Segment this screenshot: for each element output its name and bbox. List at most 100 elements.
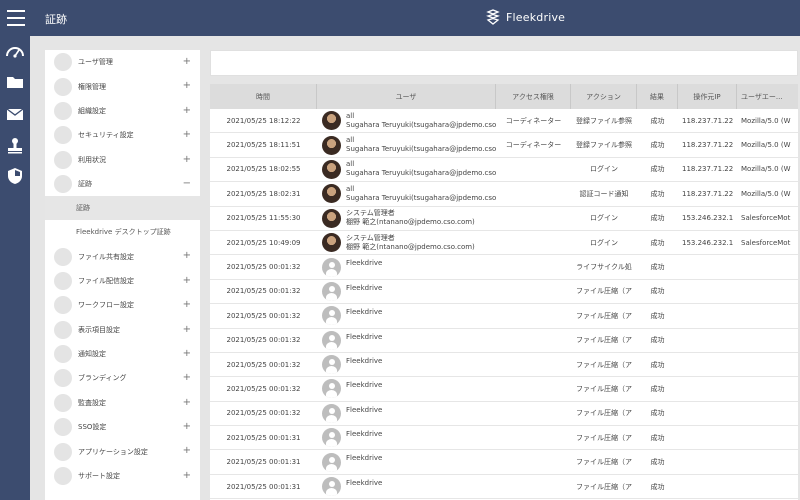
cell-result: 成功: [650, 189, 665, 198]
table-row[interactable]: 2021/05/25 00:01:32 Fleekdrive ファイル圧縮（ア 成功: [210, 329, 798, 353]
expand-icon[interactable]: +: [183, 445, 191, 456]
expand-icon[interactable]: +: [183, 129, 191, 140]
menu-item-label: ブランディング: [78, 374, 127, 383]
table-row[interactable]: 2021/05/25 18:02:55 all Sugahara Teruyuki(…: [210, 158, 798, 183]
column-header-ip[interactable]: 操作元IP: [678, 84, 737, 109]
table-row[interactable]: 2021/05/25 00:01:31 Fleekdrive ファイル圧縮（ア 成功: [210, 426, 798, 451]
menu-item-label: SSO設定: [78, 423, 107, 432]
submenu-item-desktop-audit-trail[interactable]: Fleekdrive デスクトップ証跡: [45, 220, 200, 244]
menu-item-notification-settings[interactable]: 通知設定 +: [45, 342, 200, 366]
table-row[interactable]: 2021/05/25 18:12:22 all Sugahara Teruyuki(…: [210, 109, 798, 134]
expand-icon[interactable]: +: [183, 275, 191, 286]
folder-icon: [54, 247, 72, 266]
menu-item-label: 権限管理: [78, 82, 106, 91]
menu-item-workflow-settings[interactable]: ワークフロー設定 +: [45, 293, 200, 317]
shield-icon[interactable]: [5, 166, 25, 186]
user-info: all Sugahara Teruyuki(tsugahara@jpdemo.cs…: [346, 185, 496, 203]
column-header-result[interactable]: 結果: [637, 84, 678, 109]
submenu-item-audit-trail[interactable]: 証跡: [45, 196, 200, 221]
user-role: Fleekdrive: [346, 430, 383, 439]
table-row[interactable]: 2021/05/25 00:01:31 Fleekdrive ファイル圧縮（ア 成功: [210, 475, 798, 500]
column-header-user-agent[interactable]: ユーザエー...: [737, 84, 798, 109]
palette-icon: [54, 369, 72, 388]
table-row[interactable]: 2021/05/25 18:11:51 all Sugahara Teruyuki(…: [210, 133, 798, 158]
table-row[interactable]: 2021/05/25 00:01:32 Fleekdrive ライフサイクル処 成功: [210, 255, 798, 280]
cell-user: Fleekdrive: [317, 353, 496, 376]
hamburger-menu-icon[interactable]: [7, 10, 25, 26]
menu-item-branding[interactable]: ブランディング +: [45, 366, 200, 390]
user-name-email: 棚野 範之(ntanano@jpdemo.cso.com): [346, 242, 475, 251]
speedometer-icon[interactable]: [5, 42, 25, 62]
expand-icon[interactable]: +: [183, 56, 191, 67]
avatar: [322, 257, 341, 277]
avatar: [322, 428, 341, 448]
menu-item-sso-settings[interactable]: SSO設定 +: [45, 415, 200, 439]
user-info: Fleekdrive: [346, 329, 382, 342]
cell-user: Fleekdrive: [317, 280, 496, 303]
menu-item-label: 監査設定: [78, 398, 106, 407]
menu-item-security-settings[interactable]: セキュリティ設定 +: [45, 123, 200, 147]
menu-item-usage-status[interactable]: 利用状況 +: [45, 148, 200, 172]
expand-icon[interactable]: +: [183, 397, 191, 408]
user-info: Fleekdrive: [346, 402, 382, 415]
filter-bar[interactable]: [210, 50, 798, 76]
cell-user-agent: SalesforceMot: [741, 214, 791, 223]
expand-icon[interactable]: +: [183, 324, 191, 335]
table-row[interactable]: 2021/05/25 18:02:31 all Sugahara Teruyuki(…: [210, 182, 798, 207]
column-header-access[interactable]: アクセス権限: [496, 84, 571, 109]
menu-item-user-management[interactable]: ユーザ管理 +: [45, 50, 200, 74]
cell-result: 成功: [650, 141, 665, 150]
chart-icon: [54, 150, 72, 169]
stamp-icon: [54, 296, 72, 315]
cell-access: [496, 280, 571, 303]
table-row[interactable]: 2021/05/25 00:01:32 Fleekdrive ファイル圧縮（ア 成功: [210, 280, 798, 305]
expand-icon[interactable]: +: [183, 154, 191, 165]
expand-icon[interactable]: +: [183, 421, 191, 432]
avatar: [322, 208, 341, 228]
expand-icon[interactable]: +: [183, 348, 191, 359]
expand-icon[interactable]: +: [183, 372, 191, 383]
stamp-icon[interactable]: [5, 136, 25, 156]
user-info: Fleekdrive: [346, 304, 382, 317]
expand-icon[interactable]: +: [183, 105, 191, 116]
folder-icon[interactable]: [5, 72, 25, 92]
menu-item-audit-trail[interactable]: 証跡 −: [45, 172, 200, 196]
avatar: [322, 306, 341, 326]
expand-icon[interactable]: +: [183, 250, 191, 261]
table-row[interactable]: 2021/05/25 10:49:09 システム管理者 棚野 範之(ntanano@…: [210, 231, 798, 256]
mail-icon[interactable]: [5, 104, 25, 124]
menu-item-permission-management[interactable]: 権限管理 +: [45, 74, 200, 98]
expand-icon[interactable]: +: [183, 470, 191, 481]
table-row[interactable]: 2021/05/25 00:01:32 Fleekdrive ファイル圧縮（ア 成功: [210, 353, 798, 378]
cell-ip: [678, 377, 737, 400]
menu-item-display-item-settings[interactable]: 表示項目設定 +: [45, 318, 200, 342]
menu-item-label: 表示項目設定: [78, 325, 120, 334]
column-header-user[interactable]: ユーザ: [317, 84, 496, 109]
menu-item-file-sharing-settings[interactable]: ファイル共有設定 +: [45, 244, 200, 268]
globe-icon: [54, 393, 72, 412]
table-body: 2021/05/25 18:12:22 all Sugahara Teruyuki(…: [210, 109, 798, 500]
collapse-icon[interactable]: −: [183, 178, 191, 189]
cell-access: [496, 231, 571, 254]
menu-item-support-settings[interactable]: サポート設定 +: [45, 464, 200, 488]
table-row[interactable]: 2021/05/25 11:55:30 システム管理者 棚野 範之(ntanano@…: [210, 207, 798, 231]
cell-user: Fleekdrive: [317, 402, 496, 425]
cell-action: ファイル圧縮（ア: [576, 433, 632, 442]
table-row[interactable]: 2021/05/25 00:01:32 Fleekdrive ファイル圧縮（ア 成功: [210, 402, 798, 427]
menu-item-file-delivery-settings[interactable]: ファイル配信設定 +: [45, 269, 200, 293]
table-row[interactable]: 2021/05/25 00:01:32 Fleekdrive ファイル圧縮（ア 成功: [210, 304, 798, 329]
table-row[interactable]: 2021/05/25 00:01:32 Fleekdrive ファイル圧縮（ア 成功: [210, 377, 798, 402]
column-header-time[interactable]: 時間: [210, 84, 317, 109]
cell-time: 2021/05/25 00:01:32: [226, 360, 301, 369]
audit-log-table: 時間 ユーザ アクセス権限 アクション 結果 操作元IP ユーザエー... 20…: [210, 84, 798, 500]
menu-item-organization-settings[interactable]: 組織設定 +: [45, 99, 200, 123]
table-row[interactable]: 2021/05/25 00:01:31 Fleekdrive ファイル圧縮（ア 成功: [210, 450, 798, 475]
expand-icon[interactable]: +: [183, 299, 191, 310]
menu-item-label: 通知設定: [78, 350, 106, 359]
expand-icon[interactable]: +: [183, 80, 191, 91]
menu-item-application-settings[interactable]: アプリケーション設定 +: [45, 439, 200, 463]
column-header-action[interactable]: アクション: [571, 84, 637, 109]
avatar: [322, 233, 341, 253]
menu-item-audit-settings[interactable]: 監査設定 +: [45, 391, 200, 415]
cell-action: ファイル圧縮（ア: [576, 360, 632, 369]
